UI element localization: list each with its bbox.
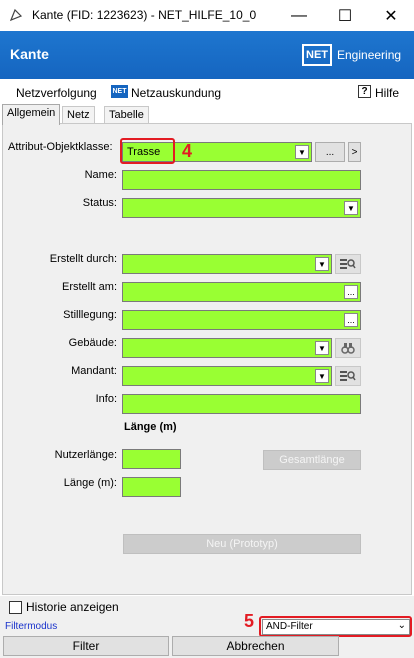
- dialog-title: Kante: [10, 46, 49, 62]
- tab-allgemein[interactable]: Allgemein: [2, 104, 61, 125]
- date-picker-button[interactable]: ...: [344, 313, 358, 327]
- net-small-icon: NET: [111, 85, 128, 98]
- status-select[interactable]: ▼: [122, 198, 361, 218]
- menu-netzverfolgung[interactable]: Netzverfolgung: [16, 86, 97, 100]
- help-icon: ?: [358, 85, 371, 98]
- nutzerlaenge-label: Nutzerlänge:: [54, 449, 117, 461]
- net-logo-icon: NET: [302, 44, 332, 66]
- stilllegung-input[interactable]: ...: [122, 310, 361, 330]
- binoculars-icon: [341, 343, 355, 354]
- objektklasse-browse-button[interactable]: ...: [315, 142, 345, 162]
- info-label: Info:: [95, 393, 117, 405]
- highlight-box-4: [120, 138, 175, 164]
- erstellt-durch-label: Erstellt durch:: [49, 253, 117, 265]
- mandant-search-button[interactable]: [335, 366, 361, 386]
- menu-hilfe[interactable]: Hilfe: [375, 86, 399, 100]
- minimize-button[interactable]: —: [276, 0, 322, 31]
- window-title: Kante (FID: 1223623) - NET_HILFE_10_0: [32, 8, 257, 22]
- status-label: Status:: [82, 197, 117, 209]
- annotation-5: 5: [244, 611, 255, 631]
- highlight-box-5: [259, 616, 412, 637]
- tab-netz[interactable]: Netz: [62, 106, 95, 124]
- erstellt-am-label: Erstellt am:: [61, 281, 117, 293]
- abbrechen-button[interactable]: Abbrechen: [172, 636, 339, 656]
- objektklasse-label: Attribut-Objektklasse:: [8, 141, 113, 153]
- filtermodus-label: Filtermodus: [5, 621, 58, 632]
- mandant-label: Mandant:: [71, 365, 117, 377]
- chevron-down-icon[interactable]: ▼: [344, 201, 358, 215]
- stilllegung-label: Stilllegung:: [63, 309, 117, 321]
- chevron-down-icon[interactable]: ▼: [315, 257, 329, 271]
- tab-strip: Allgemein Netz Tabelle: [0, 104, 414, 125]
- erstellt-am-input[interactable]: ...: [122, 282, 361, 302]
- objektklasse-next-button[interactable]: >: [348, 142, 361, 162]
- app-icon: [9, 8, 23, 22]
- filter-button[interactable]: Filter: [3, 636, 169, 656]
- dialog-header: Kante NET Engineering: [0, 31, 414, 79]
- menu-bar: Netzverfolgung NET Netzauskundung ? Hilf…: [0, 82, 414, 102]
- maximize-button[interactable]: ☐: [322, 0, 368, 31]
- erstellt-durch-select[interactable]: ▼: [122, 254, 332, 274]
- tab-panel-allgemein: Attribut-Objektklasse: Trasse ▼ ... > 4 …: [2, 123, 412, 595]
- nutzerlaenge-input[interactable]: [122, 449, 181, 469]
- laenge-heading: Länge (m): [124, 421, 177, 433]
- laenge-input[interactable]: [122, 477, 181, 497]
- gesamtlaenge-button[interactable]: Gesamtlänge: [263, 450, 361, 470]
- close-button[interactable]: ✕: [368, 0, 414, 31]
- window-titlebar: Kante (FID: 1223623) - NET_HILFE_10_0 — …: [0, 0, 414, 31]
- historie-checkbox[interactable]: [9, 601, 22, 614]
- historie-label: Historie anzeigen: [26, 600, 119, 614]
- name-label: Name:: [84, 169, 117, 181]
- mandant-select[interactable]: ▼: [122, 366, 332, 386]
- laenge-label: Länge (m):: [63, 477, 117, 489]
- chevron-down-icon[interactable]: ▼: [295, 145, 309, 159]
- user-search-button[interactable]: [335, 254, 361, 274]
- name-input[interactable]: [122, 170, 361, 190]
- chevron-down-icon[interactable]: ▼: [315, 341, 329, 355]
- neu-prototyp-button[interactable]: Neu (Prototyp): [123, 534, 361, 554]
- list-search-icon: [340, 259, 356, 269]
- tab-tabelle[interactable]: Tabelle: [104, 106, 149, 124]
- info-input[interactable]: [122, 394, 361, 414]
- building-search-button[interactable]: [335, 338, 361, 358]
- annotation-4: 4: [182, 141, 193, 161]
- brand-label: Engineering: [337, 48, 402, 62]
- menu-netzauskundung[interactable]: Netzauskundung: [131, 86, 221, 100]
- gebaeude-label: Gebäude:: [68, 337, 117, 349]
- dialog-footer: Historie anzeigen Filtermodus AND-Filter…: [0, 596, 414, 658]
- gebaeude-select[interactable]: ▼: [122, 338, 332, 358]
- chevron-down-icon[interactable]: ▼: [315, 369, 329, 383]
- list-search-icon: [340, 371, 356, 381]
- date-picker-button[interactable]: ...: [344, 285, 358, 299]
